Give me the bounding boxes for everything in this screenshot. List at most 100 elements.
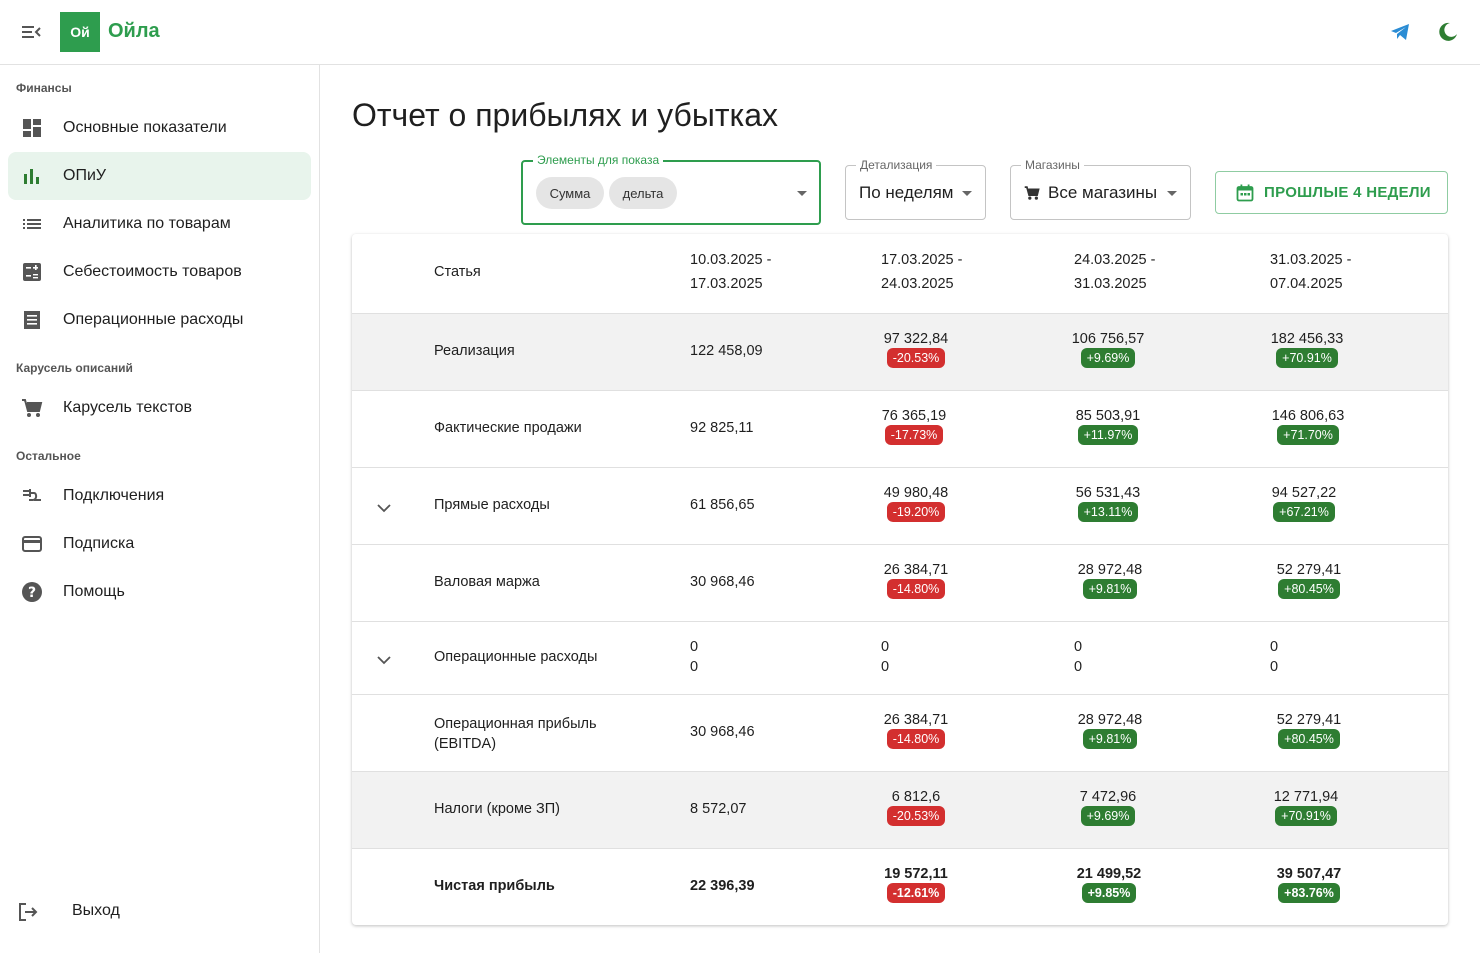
- delta-badge: +71.70%: [1277, 425, 1339, 445]
- logout-label: Выход: [72, 902, 120, 919]
- delta-badge: -12.61%: [886, 883, 946, 903]
- row-value-period-4: 12 771,94 +70.91%: [1256, 789, 1356, 826]
- sidebar-item-help[interactable]: ? Помощь: [8, 568, 311, 616]
- header-period-2: 17.03.2025 -24.03.2025: [881, 252, 963, 292]
- header-period-3: 24.03.2025 -31.03.2025: [1074, 252, 1156, 292]
- row-name: Валовая маржа: [434, 574, 540, 590]
- table-row: Налоги (кроме ЗП) 8 572,07 6 812,6 -20.53…: [352, 772, 1448, 849]
- detail-select[interactable]: Детализация По неделям: [845, 158, 986, 220]
- delta-badge: +80.45%: [1278, 729, 1340, 749]
- delta-badge: -19.20%: [886, 502, 946, 522]
- row-value-period-1: 122 458,09: [690, 343, 763, 359]
- chip-sum[interactable]: Сумма: [536, 177, 604, 209]
- row-value-period-2: 19 572,11 -12.61%: [866, 866, 966, 903]
- sidebar-item-label: Карусель текстов: [63, 399, 193, 416]
- row-value-period-3: 28 972,48 +9.81%: [1060, 562, 1160, 599]
- top-bar: Ой Ойла: [0, 0, 1480, 65]
- row-value-period-4: 52 279,41 +80.45%: [1259, 562, 1359, 599]
- delta-badge: +80.45%: [1278, 579, 1340, 599]
- delta-badge: +9.81%: [1082, 579, 1138, 599]
- row-name: Операционные расходы: [434, 649, 598, 665]
- period-button[interactable]: ПРОШЛЫЕ 4 НЕДЕЛИ: [1215, 171, 1448, 214]
- delta-badge: -17.73%: [884, 425, 944, 445]
- chevron-down-icon[interactable]: [376, 501, 392, 513]
- delta-badge: -20.53%: [886, 806, 946, 826]
- row-value-period-1: 8 572,07: [690, 801, 747, 817]
- sidebar-item-label: Помощь: [63, 583, 125, 600]
- sidebar-item-subscription[interactable]: Подписка: [8, 520, 311, 568]
- delta-badge: +83.76%: [1278, 883, 1340, 903]
- plug-icon: [21, 485, 43, 507]
- row-name: Реализация: [434, 343, 515, 359]
- row-value-period-1: 22 396,39: [690, 878, 755, 894]
- row-name: Фактические продажи: [434, 420, 582, 436]
- table-row-total: Чистая прибыль 22 396,39 19 572,11 -12.61…: [352, 849, 1448, 925]
- cart-icon: [1024, 185, 1040, 201]
- shops-select-value: Все магазины: [1048, 183, 1158, 202]
- logout-button[interactable]: Выход: [8, 888, 311, 936]
- row-value-period-4: 94 527,22 +67.21%: [1254, 485, 1354, 522]
- period-button-label: ПРОШЛЫЕ 4 НЕДЕЛИ: [1264, 184, 1431, 201]
- bar-chart-icon: [21, 165, 43, 187]
- logo-mark[interactable]: Ой: [60, 12, 100, 52]
- sidebar-item-text-carousel[interactable]: Карусель текстов: [8, 384, 311, 432]
- row-value-period-1: 30 968,46: [690, 574, 755, 590]
- row-value-period-2: 97 322,84 -20.53%: [866, 331, 966, 368]
- sidebar-item-label: Операционные расходы: [63, 311, 244, 328]
- delta-badge: +67.21%: [1273, 502, 1335, 522]
- chevron-down-icon: [1167, 191, 1177, 196]
- credit-card-icon: [21, 533, 43, 555]
- moon-icon[interactable]: [1436, 20, 1460, 44]
- receipt-icon: [21, 309, 43, 331]
- sidebar-item-main-metrics[interactable]: Основные показатели: [8, 104, 311, 152]
- delta-badge: +9.81%: [1082, 729, 1138, 749]
- elements-select-legend: Элементы для показа: [533, 153, 664, 167]
- menu-collapse-icon[interactable]: [20, 22, 42, 42]
- sidebar-item-label: Подключения: [63, 487, 165, 504]
- row-value-period-3: 00: [1074, 639, 1083, 675]
- calculator-icon: [21, 261, 43, 283]
- row-value-period-1: 30 968,46: [690, 724, 755, 740]
- elements-select[interactable]: Элементы для показа Сумма дельта: [521, 153, 821, 225]
- table-header-row: Статья 10.03.2025 -17.03.2025 17.03.2025…: [352, 234, 1448, 314]
- delta-badge: +9.85%: [1081, 883, 1137, 903]
- sidebar: Финансы Основные показатели ОПиУ Аналити…: [0, 65, 320, 953]
- sidebar-item-label: Подписка: [63, 535, 135, 552]
- chip-delta[interactable]: дельта: [609, 177, 677, 209]
- row-value-period-4: 39 507,47 +83.76%: [1259, 866, 1359, 903]
- table-row: Операционные расходы 00 00 00 00: [352, 622, 1448, 695]
- sidebar-item-operating-expenses[interactable]: Операционные расходы: [8, 296, 311, 344]
- row-name: Операционная прибыль (EBITDA): [434, 716, 597, 752]
- row-value-period-4: 182 456,33 +70.91%: [1257, 331, 1357, 368]
- sidebar-item-connections[interactable]: Подключения: [8, 472, 311, 520]
- shops-select[interactable]: Магазины Все магазины: [1010, 158, 1191, 220]
- sidebar-section-finance: Финансы: [16, 81, 72, 95]
- sidebar-item-cost-of-goods[interactable]: Себестоимость товаров: [8, 248, 311, 296]
- row-name: Налоги (кроме ЗП): [434, 801, 561, 817]
- dashboard-icon: [21, 117, 43, 139]
- list-icon: [21, 213, 43, 235]
- page-title: Отчет о прибылях и убытках: [352, 97, 779, 133]
- table-row: Операционная прибыль (EBITDA) 30 968,46 2…: [352, 695, 1448, 772]
- sidebar-item-label: ОПиУ: [63, 167, 107, 184]
- chevron-down-icon: [797, 191, 807, 196]
- delta-badge: +9.69%: [1080, 348, 1136, 368]
- sidebar-item-pnl[interactable]: ОПиУ: [8, 152, 311, 200]
- cart-icon: [21, 397, 43, 419]
- delta-badge: -14.80%: [886, 579, 946, 599]
- chevron-down-icon[interactable]: [376, 653, 392, 665]
- row-value-period-3: 106 756,57 +9.69%: [1058, 331, 1158, 368]
- sidebar-item-label: Основные показатели: [63, 119, 227, 136]
- table-row: Реализация 122 458,09 97 322,84 -20.53% 1…: [352, 314, 1448, 391]
- sidebar-section-carousel: Карусель описаний: [16, 361, 133, 375]
- telegram-icon[interactable]: [1388, 20, 1412, 44]
- chevron-down-icon: [962, 191, 972, 196]
- sidebar-section-other: Остальное: [16, 449, 81, 463]
- logo-name[interactable]: Ойла: [108, 20, 160, 43]
- row-value-period-3: 7 472,96 +9.69%: [1058, 789, 1158, 826]
- sidebar-item-product-analytics[interactable]: Аналитика по товарам: [8, 200, 311, 248]
- row-name: Чистая прибыль: [434, 878, 555, 894]
- delta-badge: -20.53%: [886, 348, 946, 368]
- delta-badge: -14.80%: [886, 729, 946, 749]
- row-value-period-3: 56 531,43 +13.11%: [1058, 485, 1158, 522]
